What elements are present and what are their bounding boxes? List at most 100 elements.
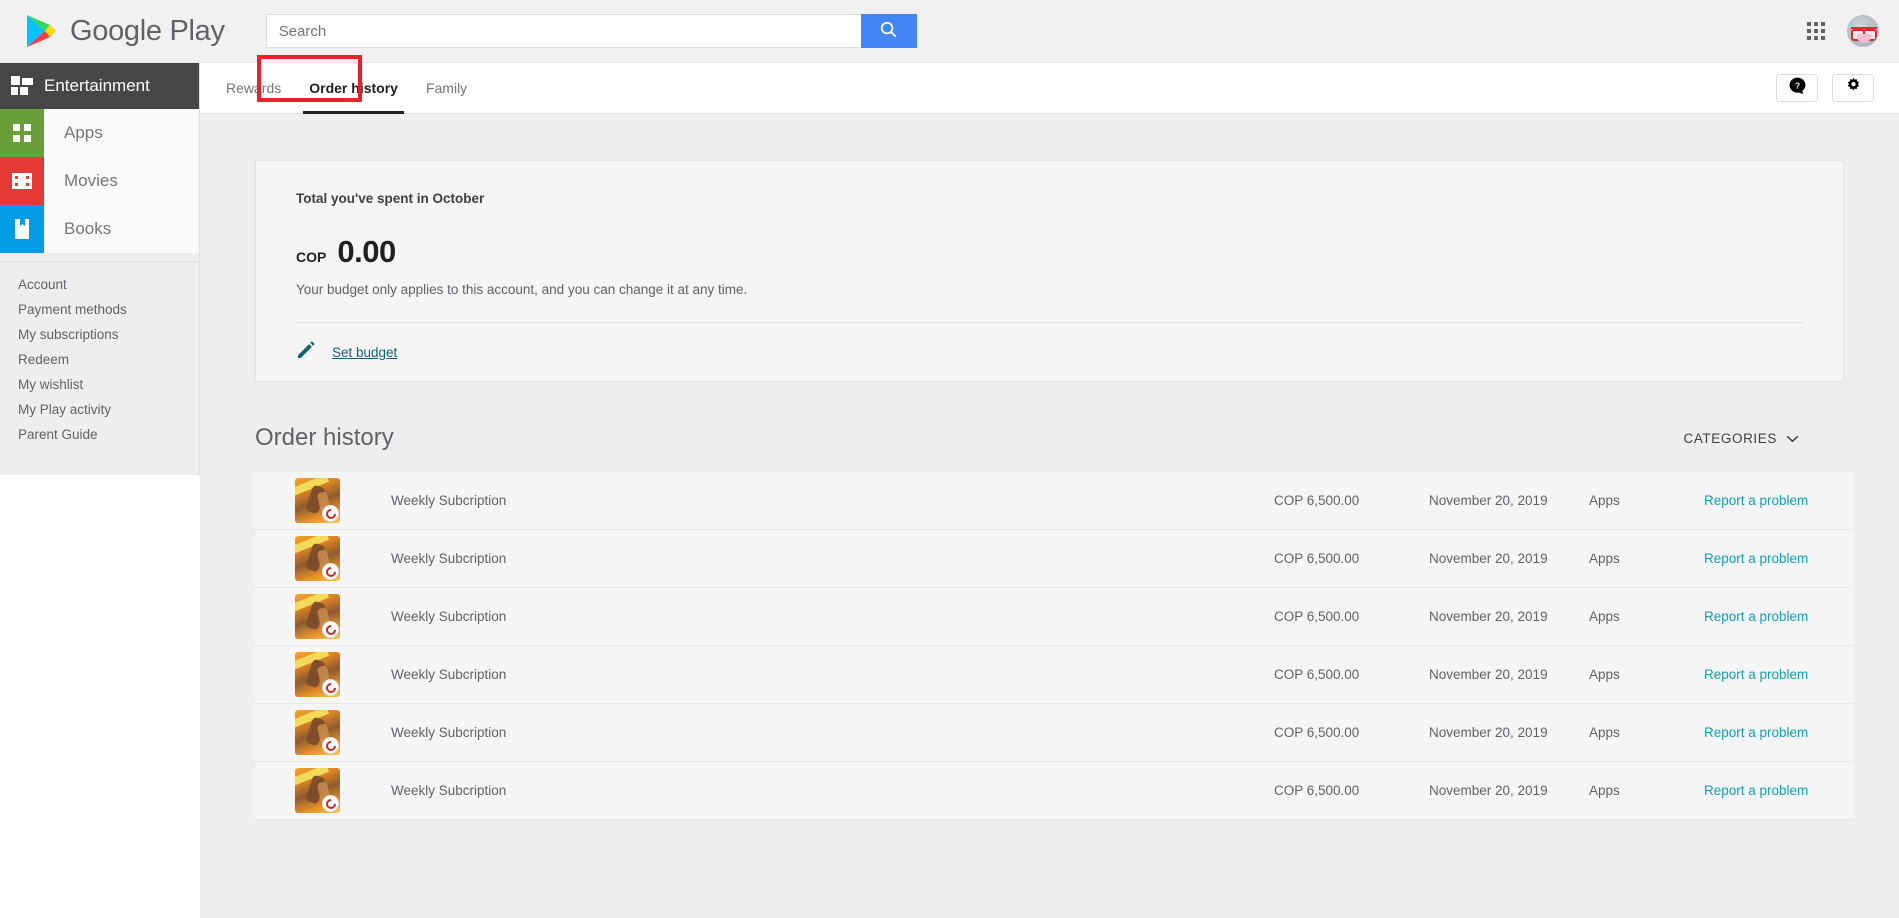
categories-label: CATEGORIES — [1683, 430, 1777, 446]
movies-icon — [0, 157, 44, 205]
publisher-badge-icon — [322, 679, 339, 696]
set-budget-label: Set budget — [332, 344, 398, 360]
chevron-down-icon — [1786, 431, 1799, 446]
publisher-badge-icon — [322, 563, 339, 580]
order-price: COP 6,500.00 — [1274, 493, 1360, 508]
avatar-mouth-icon — [1857, 34, 1871, 43]
sidebar-item-apps[interactable]: Apps — [0, 109, 199, 157]
order-title: Weekly Subcription — [391, 551, 507, 566]
set-budget-link[interactable]: Set budget — [296, 323, 1803, 381]
sidebar: Entertainment Apps Movies Books Account … — [0, 63, 200, 475]
help-icon: ? — [1789, 77, 1806, 99]
budget-amount: COP 0.00 — [296, 234, 1803, 270]
table-row[interactable]: Weekly Subcription COP 6,500.00 November… — [255, 646, 1854, 704]
publisher-badge-icon — [322, 737, 339, 754]
report-a-problem-link[interactable]: Report a problem — [1704, 725, 1854, 740]
search-icon — [879, 20, 898, 42]
budget-currency: COP — [296, 249, 327, 265]
budget-card: Total you've spent in October COP 0.00 Y… — [255, 160, 1844, 382]
settings-button[interactable] — [1832, 74, 1874, 102]
order-category: Apps — [1589, 493, 1620, 508]
order-category: Apps — [1589, 783, 1620, 798]
order-category: Apps — [1589, 609, 1620, 624]
gear-icon — [1845, 77, 1862, 99]
sidebar-header-label: Entertainment — [44, 76, 150, 95]
page-title: Order history — [255, 424, 394, 451]
help-button[interactable]: ? — [1776, 74, 1818, 102]
order-title: Weekly Subcription — [391, 493, 507, 508]
apps-icon — [0, 109, 44, 157]
order-category: Apps — [1589, 725, 1620, 740]
sidebar-item-movies[interactable]: Movies — [0, 157, 199, 205]
order-price: COP 6,500.00 — [1274, 551, 1360, 566]
avatar[interactable] — [1847, 15, 1879, 47]
sidebar-item-movies-label: Movies — [64, 171, 118, 190]
report-a-problem-link[interactable]: Report a problem — [1704, 609, 1854, 624]
budget-value: 0.00 — [337, 234, 396, 269]
order-price: COP 6,500.00 — [1274, 609, 1360, 624]
sidebar-item-books[interactable]: Books — [0, 205, 199, 253]
order-date: November 20, 2019 — [1429, 667, 1548, 682]
sidebar-item-redeem[interactable]: Redeem — [0, 347, 199, 372]
order-date: November 20, 2019 — [1429, 551, 1548, 566]
tab-rewards[interactable]: Rewards — [212, 63, 295, 114]
entertainment-tiles-icon — [0, 76, 44, 96]
search-button[interactable] — [860, 14, 917, 48]
google-play-triangle-icon — [25, 13, 57, 49]
sidebar-item-payment-methods[interactable]: Payment methods — [0, 297, 199, 322]
app-thumbnail — [295, 652, 340, 697]
order-price: COP 6,500.00 — [1274, 783, 1360, 798]
table-row[interactable]: Weekly Subcription COP 6,500.00 November… — [255, 762, 1854, 820]
tab-order-history[interactable]: Order history — [295, 63, 412, 114]
top-bar: Google Play — [0, 0, 1899, 63]
brand-logo[interactable]: Google Play — [25, 13, 225, 49]
order-title: Weekly Subcription — [391, 725, 507, 740]
order-price: COP 6,500.00 — [1274, 667, 1360, 682]
brand-name: Google Play — [70, 14, 225, 47]
budget-note: Your budget only applies to this account… — [296, 282, 748, 297]
sidebar-item-apps-label: Apps — [64, 123, 103, 142]
order-title: Weekly Subcription — [391, 783, 507, 798]
order-date: November 20, 2019 — [1429, 783, 1548, 798]
order-date: November 20, 2019 — [1429, 609, 1548, 624]
search-input[interactable] — [265, 14, 861, 48]
table-row[interactable]: Weekly Subcription COP 6,500.00 November… — [255, 530, 1854, 588]
sidebar-item-account[interactable]: Account — [0, 272, 199, 297]
order-category: Apps — [1589, 667, 1620, 682]
tab-bar: Rewards Order history Family ? — [200, 63, 1899, 114]
report-a-problem-link[interactable]: Report a problem — [1704, 551, 1854, 566]
report-a-problem-link[interactable]: Report a problem — [1704, 493, 1854, 508]
order-price: COP 6,500.00 — [1274, 725, 1360, 740]
apps-grid-icon[interactable] — [1807, 22, 1825, 40]
order-title: Weekly Subcription — [391, 609, 507, 624]
order-title: Weekly Subcription — [391, 667, 507, 682]
sidebar-item-parent-guide[interactable]: Parent Guide — [0, 422, 199, 447]
books-icon — [0, 205, 44, 253]
sidebar-links: Account Payment methods My subscriptions… — [0, 262, 199, 447]
app-thumbnail — [295, 768, 340, 813]
order-date: November 20, 2019 — [1429, 725, 1548, 740]
table-row[interactable]: Weekly Subcription COP 6,500.00 November… — [255, 588, 1854, 646]
search-bar[interactable] — [265, 14, 917, 48]
sidebar-item-my-wishlist[interactable]: My wishlist — [0, 372, 199, 397]
table-row[interactable]: Weekly Subcription COP 6,500.00 November… — [255, 704, 1854, 762]
topbar-right-controls — [1807, 15, 1879, 47]
report-a-problem-link[interactable]: Report a problem — [1704, 783, 1854, 798]
table-row[interactable]: Weekly Subcription COP 6,500.00 November… — [255, 472, 1854, 530]
sidebar-item-my-play-activity[interactable]: My Play activity — [0, 397, 199, 422]
header-actions: ? — [1776, 74, 1874, 102]
app-thumbnail — [295, 478, 340, 523]
publisher-badge-icon — [322, 795, 339, 812]
pencil-icon — [296, 340, 316, 365]
sidebar-header-entertainment[interactable]: Entertainment — [0, 63, 199, 109]
app-thumbnail — [295, 594, 340, 639]
publisher-badge-icon — [322, 621, 339, 638]
publisher-badge-icon — [322, 505, 339, 522]
report-a-problem-link[interactable]: Report a problem — [1704, 667, 1854, 682]
categories-dropdown[interactable]: CATEGORIES — [1683, 431, 1799, 446]
order-history-header: Order history CATEGORIES — [210, 424, 1844, 452]
sidebar-item-my-subscriptions[interactable]: My subscriptions — [0, 322, 199, 347]
main-content: Total you've spent in October COP 0.00 Y… — [200, 114, 1899, 918]
tab-family[interactable]: Family — [412, 63, 481, 114]
app-thumbnail — [295, 536, 340, 581]
